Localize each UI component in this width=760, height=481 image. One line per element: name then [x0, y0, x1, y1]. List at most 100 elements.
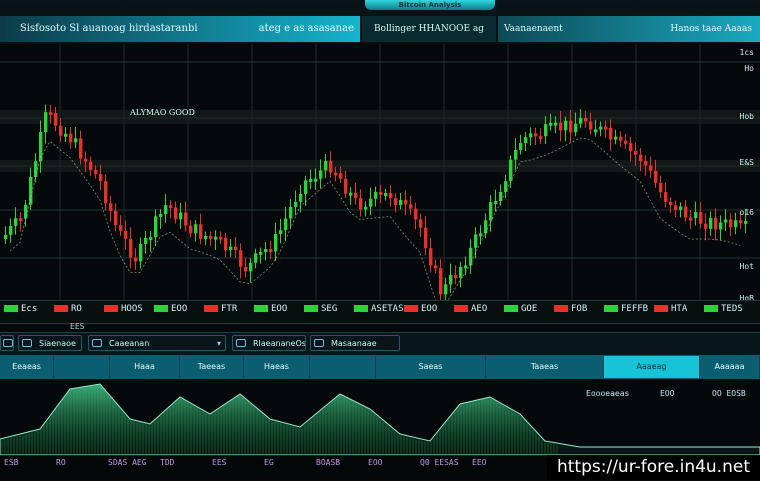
- ticker-item[interactable]: FOB: [554, 304, 587, 314]
- ticker-item[interactable]: AEO: [454, 304, 487, 314]
- header-mid-panel[interactable]: Bollinger HHANOOE ag: [362, 16, 496, 42]
- candle-body: [449, 275, 453, 285]
- candle-body: [199, 224, 203, 239]
- ticker-color-swatch: [4, 305, 18, 312]
- volume-panel[interactable]: Eoooeaeas EOO OO EOSB: [0, 379, 760, 456]
- chart-icon: [22, 339, 32, 347]
- ticker-label: EOO: [421, 304, 438, 314]
- toolbar-field-2[interactable]: Caaeanan ▾: [88, 335, 226, 351]
- tab-3[interactable]: Haaa: [110, 356, 180, 378]
- header-right-panel[interactable]: Vaanaenaent Hanos taae Aaaas: [498, 16, 760, 42]
- ticker-item[interactable]: Ecs: [4, 304, 37, 314]
- ticker-label: AEO: [471, 304, 488, 314]
- tab-2[interactable]: [54, 356, 110, 378]
- candle-body: [154, 216, 158, 238]
- candle-body: [429, 248, 433, 266]
- candle-body: [134, 257, 138, 262]
- candle-body: [24, 204, 28, 219]
- header-left-title: Sisfosoto Sl auanoag hirdastaranbi: [20, 23, 198, 34]
- candle-body: [309, 178, 313, 182]
- candle-body: [649, 165, 653, 171]
- candle-body: [409, 204, 413, 209]
- candle-body: [474, 234, 478, 248]
- ticker-item[interactable]: FEFFB: [604, 304, 648, 314]
- candle-body: [329, 160, 333, 173]
- candle-body: [259, 251, 263, 255]
- ticker-item[interactable]: HTA: [654, 304, 687, 314]
- candle-body: [724, 219, 728, 223]
- candle-body: [54, 113, 58, 126]
- header-right-right-text: Hanos taae Aaaas: [670, 24, 752, 34]
- candle-body: [529, 133, 533, 138]
- toolbar-toggle-button[interactable]: [0, 335, 14, 351]
- candle-body: [174, 207, 178, 220]
- ticker-label: TEDS: [721, 304, 743, 314]
- tab-10[interactable]: Aaaaaa: [700, 356, 760, 378]
- candle-body: [624, 140, 628, 144]
- header-left-right-text: ateg e as asasanae: [258, 23, 354, 34]
- layers-icon: [236, 339, 246, 347]
- ticker-color-swatch: [604, 305, 618, 312]
- toolbar: Siaenaoe Caaeanan ▾ RlaeananeOs Masaanaae: [0, 332, 760, 355]
- tab-7[interactable]: Saeas: [376, 356, 486, 378]
- toolbar-field-3-label: RlaeananeOs: [253, 339, 306, 348]
- candle-body: [214, 236, 218, 240]
- candle-body: [79, 138, 83, 159]
- tab-6[interactable]: [310, 356, 376, 378]
- candle-body: [564, 120, 568, 131]
- candle-body: [364, 206, 368, 210]
- candle-body: [709, 217, 713, 229]
- search-icon: [92, 339, 102, 347]
- candle-body: [369, 198, 373, 207]
- candle-body: [694, 211, 698, 219]
- ticker-item[interactable]: EOO: [404, 304, 437, 314]
- candle-body: [579, 117, 583, 124]
- ticker-item[interactable]: EOO: [254, 304, 287, 314]
- candle-body: [734, 220, 738, 228]
- tab-1[interactable]: Eeaeas: [0, 356, 54, 378]
- tab-8[interactable]: Taaeas: [486, 356, 604, 378]
- ticker-color-swatch: [54, 305, 68, 312]
- candle-body: [719, 222, 723, 230]
- toolbar-field-1[interactable]: Siaenaoe: [18, 335, 82, 351]
- candle-body: [179, 212, 183, 220]
- candle-body: [4, 234, 8, 239]
- candlestick-chart[interactable]: ALYMAO GOOD 1cs Ho Hob E&S o16 Hot HgB: [0, 44, 760, 315]
- tab-5[interactable]: Haeas: [244, 356, 310, 378]
- ticker-label: FTR: [221, 304, 238, 314]
- candle-body: [104, 181, 108, 204]
- ticker-item[interactable]: TEDS: [704, 304, 743, 314]
- ticker-item[interactable]: FTR: [204, 304, 237, 314]
- ticker-color-swatch: [554, 305, 568, 312]
- ticker-label: EOO: [271, 304, 288, 314]
- toolbar-field-3[interactable]: RlaeananeOs: [232, 335, 306, 351]
- ticker-color-swatch: [654, 305, 668, 312]
- candle-body: [439, 267, 443, 295]
- candle-body: [64, 133, 68, 137]
- candle-body: [554, 122, 558, 126]
- ticker-color-swatch: [454, 305, 468, 312]
- ticker-item[interactable]: HOOS: [104, 304, 143, 314]
- chart-overlay-text: ALYMAO GOOD: [130, 108, 195, 117]
- candle-body: [344, 178, 348, 194]
- candle-body: [394, 198, 398, 206]
- ticker-item[interactable]: SEG: [304, 304, 337, 314]
- candle-body: [119, 225, 123, 231]
- header-left-panel[interactable]: Sisfosoto Sl auanoag hirdastaranbi ateg …: [0, 16, 360, 42]
- candle-body: [459, 266, 463, 278]
- tab-9-active[interactable]: Aaaeag: [604, 356, 700, 378]
- tab-4[interactable]: Taeeas: [180, 356, 244, 378]
- candle-body: [664, 192, 668, 202]
- candle-body: [89, 161, 93, 170]
- candle-body: [69, 133, 73, 143]
- price-axis-label: o16: [739, 208, 754, 217]
- toolbar-field-4[interactable]: Masaanaae: [310, 335, 400, 351]
- ticker-item[interactable]: GOE: [504, 304, 537, 314]
- ticker-label: FOB: [571, 304, 588, 314]
- ticker-item[interactable]: ASETAS: [354, 304, 404, 314]
- candle-body: [599, 126, 603, 130]
- ticker-item[interactable]: EOO: [154, 304, 187, 314]
- footer-label: ESB: [4, 458, 19, 467]
- ticker-item[interactable]: RO: [54, 304, 82, 314]
- ticker-bar: Ecs RO HOOS EOO FTR EOO SEG ASETAS EOO AEO GOE FOB F…: [0, 300, 760, 324]
